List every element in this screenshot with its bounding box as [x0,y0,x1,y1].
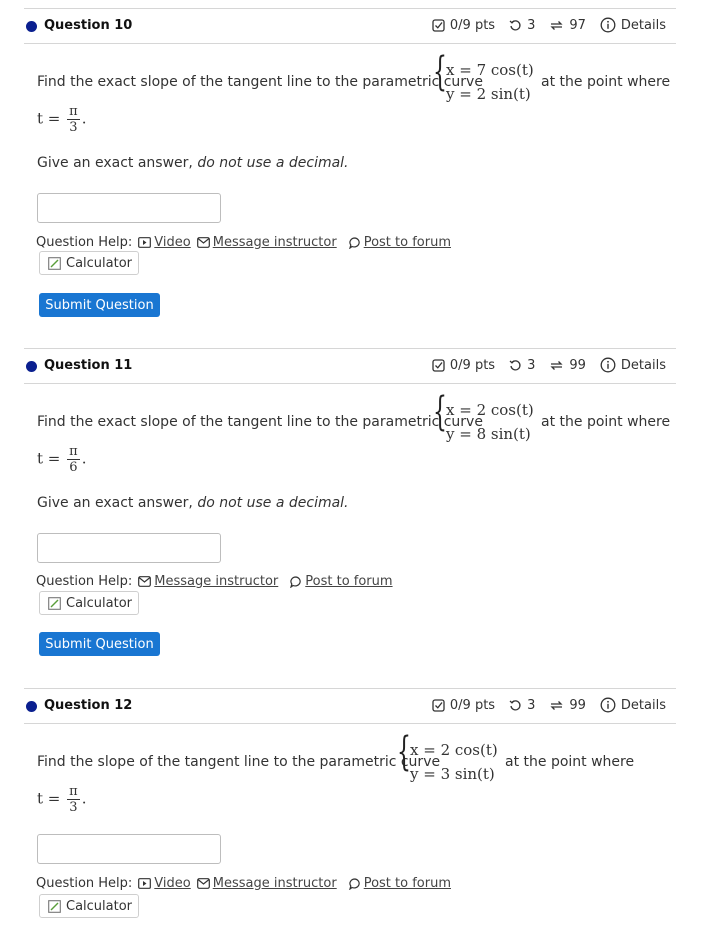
y-equation: y = 8 sin(t) [446,425,531,443]
info-icon[interactable] [600,697,616,713]
attempts-icon [550,20,563,30]
brace: { [433,389,447,435]
question-help: Question Help: Message instructor Post t… [36,574,393,589]
info-icon[interactable] [600,357,616,373]
video-link[interactable]: Video [138,876,191,891]
question-title: Question 11 [44,358,133,373]
details-link[interactable]: Details [621,698,666,713]
instruction: Give an exact answer, do not use a decim… [37,155,349,171]
calculator-button[interactable]: Calculator [39,591,139,615]
answer-input[interactable] [37,193,221,223]
prompt-text: Find the exact slope of the tangent line… [37,414,483,430]
video-icon [138,237,152,248]
calculator-icon [48,899,61,913]
calculator-icon [48,596,61,610]
attempts-count: 99 [569,697,586,713]
question-header: Question 10 0/9 pts 3 97 Details [24,8,676,44]
video-link[interactable]: Video [138,235,191,250]
message-instructor-link[interactable]: Message instructor [196,876,337,891]
submit-question-button[interactable]: Submit Question [39,632,160,656]
status-dot [26,21,37,32]
prompt-text: Find the slope of the tangent line to th… [37,754,441,770]
message-instructor-link[interactable]: Message instructor [138,574,278,589]
forum-icon [348,236,360,249]
mail-icon [196,878,210,889]
checkbox-icon [432,358,445,372]
instruction: Give an exact answer, do not use a decim… [37,495,349,511]
attempts-count: 99 [569,357,586,373]
help-label: Question Help: [36,235,133,250]
forum-icon [348,877,360,890]
question-header: Question 12 0/9 pts 3 99 Details [24,688,676,724]
submit-question-button[interactable]: Submit Question [39,293,160,317]
attempts-icon [550,700,563,710]
details-link[interactable]: Details [621,358,666,373]
tries-count: 3 [527,17,536,33]
x-equation: x = 7 cos(t) [446,61,534,79]
fraction: π6 [67,444,80,475]
prompt-suffix: at the point where [505,754,635,770]
t-value: t = π3. [37,784,87,815]
x-equation: x = 2 cos(t) [446,401,534,419]
help-label: Question Help: [36,876,133,891]
brace: { [433,49,447,95]
calculator-button[interactable]: Calculator [39,894,139,918]
calculator-icon [48,256,61,270]
post-to-forum-link[interactable]: Post to forum [348,876,451,891]
help-label: Question Help: [36,574,133,589]
details-link[interactable]: Details [621,18,666,33]
post-to-forum-link[interactable]: Post to forum [348,235,451,250]
retry-icon [509,19,521,30]
fraction: π3 [67,784,80,815]
tries-count: 3 [527,697,536,713]
status-dot [26,701,37,712]
question-meta: 0/9 pts 3 97 Details [432,17,666,33]
mail-icon [138,576,152,587]
points: 0/9 pts [449,697,496,713]
points: 0/9 pts [449,357,496,373]
question-meta: 0/9 pts 3 99 Details [432,357,666,373]
forum-icon [290,575,301,588]
question-header: Question 11 0/9 pts 3 99 Details [24,348,676,384]
info-icon[interactable] [600,17,616,33]
tries-count: 3 [527,357,536,373]
mail-icon [196,237,210,248]
checkbox-icon [432,18,445,32]
y-equation: y = 2 sin(t) [446,85,531,103]
answer-input[interactable] [37,834,221,864]
message-instructor-link[interactable]: Message instructor [196,235,337,250]
checkbox-icon [432,698,445,712]
fraction: π3 [67,104,80,135]
retry-icon [509,699,521,710]
post-to-forum-link[interactable]: Post to forum [290,574,393,589]
retry-icon [509,359,521,370]
x-equation: x = 2 cos(t) [410,741,498,759]
y-equation: y = 3 sin(t) [410,765,495,783]
prompt-suffix: at the point where [541,414,671,430]
question-title: Question 12 [44,698,133,713]
answer-input[interactable] [37,533,221,563]
calculator-button[interactable]: Calculator [39,251,139,275]
question-title: Question 10 [44,18,133,33]
attempts-count: 97 [569,17,586,33]
prompt-text: Find the exact slope of the tangent line… [37,74,483,90]
question-help: Question Help: Video Message instructor … [36,235,451,250]
points: 0/9 pts [449,17,496,33]
attempts-icon [550,360,563,370]
t-value: t = π3. [37,104,87,135]
question-help: Question Help: Video Message instructor … [36,876,451,891]
t-value: t = π6. [37,444,87,475]
video-icon [138,878,152,889]
prompt-suffix: at the point where [541,74,671,90]
status-dot [26,361,37,372]
question-meta: 0/9 pts 3 99 Details [432,697,666,713]
brace: { [397,729,411,775]
